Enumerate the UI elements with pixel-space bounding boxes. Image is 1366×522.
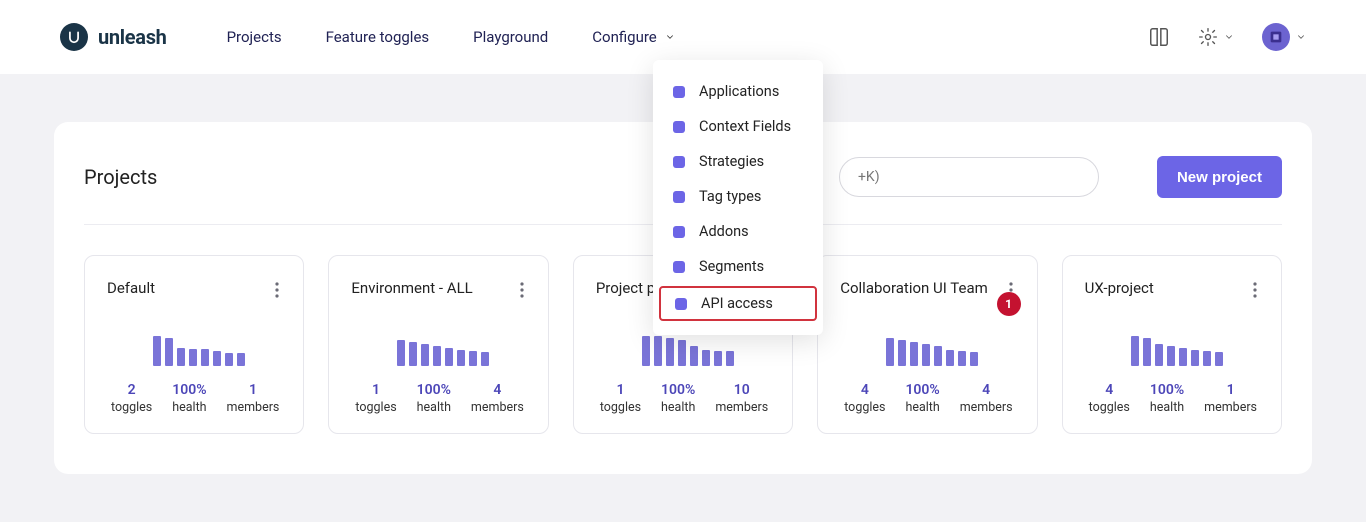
project-stat-toggles: 4toggles	[1089, 382, 1130, 415]
menu-strategies[interactable]: Strategies	[653, 144, 823, 179]
menu-tag-types[interactable]: Tag types	[653, 179, 823, 214]
project-card-menu[interactable]	[271, 278, 283, 306]
project-stat-members: 10members	[715, 382, 768, 415]
gear-icon	[1198, 27, 1218, 47]
chevron-down-icon	[665, 32, 675, 42]
square-icon	[673, 226, 685, 238]
menu-context-fields[interactable]: Context Fields	[653, 109, 823, 144]
project-stat-health: 100%health	[661, 382, 695, 415]
menu-api-access[interactable]: API access	[659, 286, 817, 321]
project-stat-health: 100%health	[172, 382, 206, 415]
chevron-down-icon	[1224, 32, 1234, 42]
project-card-title: Environment - ALL	[351, 278, 472, 299]
docs-icon[interactable]	[1148, 26, 1170, 48]
project-card-header: Collaboration UI Team	[840, 278, 1016, 322]
kebab-icon	[275, 282, 279, 298]
square-icon	[673, 156, 685, 168]
square-icon	[673, 191, 685, 203]
project-stats: 4toggles 100%health 4members	[840, 382, 1016, 415]
square-icon	[673, 121, 685, 133]
main-nav: Projects Feature toggles Playground Conf…	[227, 28, 675, 46]
user-menu[interactable]	[1262, 23, 1306, 51]
nav-feature-toggles[interactable]: Feature toggles	[326, 28, 430, 46]
projects-search[interactable]: +K)	[839, 157, 1099, 197]
project-stats: 1toggles 100%health 4members	[351, 382, 527, 415]
project-stat-health: 100%health	[1150, 382, 1184, 415]
project-stat-toggles: 2toggles	[111, 382, 152, 415]
panel-title: Projects	[84, 165, 157, 189]
chevron-down-icon	[1296, 32, 1306, 42]
nav-configure-label: Configure	[592, 28, 657, 46]
project-card[interactable]: 1 Collaboration UI Team 4toggles 100%health…	[817, 255, 1037, 434]
project-card[interactable]: UX-project 4toggles 100%health 1members	[1062, 255, 1282, 434]
kebab-icon	[520, 282, 524, 298]
project-activity-chart	[642, 332, 772, 366]
nav-playground[interactable]: Playground	[473, 28, 548, 46]
configure-dropdown: Applications Context Fields Strategies T…	[653, 60, 823, 335]
project-activity-chart	[153, 332, 283, 366]
brand-name: unleash	[98, 25, 167, 49]
brand-logo-icon	[60, 23, 88, 51]
new-project-button[interactable]: New project	[1157, 156, 1282, 198]
project-card-header: Default	[107, 278, 283, 322]
project-stat-members: 1members	[1204, 382, 1257, 415]
square-icon	[673, 261, 685, 273]
kebab-icon	[1253, 282, 1257, 298]
square-icon	[675, 298, 687, 310]
avatar	[1262, 23, 1290, 51]
project-card-menu[interactable]	[516, 278, 528, 306]
project-activity-chart	[1131, 332, 1261, 366]
project-stat-members: 4members	[471, 382, 524, 415]
menu-applications[interactable]: Applications	[653, 74, 823, 109]
project-card-title: UX-project	[1085, 278, 1154, 299]
project-activity-chart	[397, 332, 527, 366]
project-stat-members: 4members	[960, 382, 1013, 415]
project-stats: 4toggles 100%health 1members	[1085, 382, 1261, 415]
project-stat-health: 100%health	[417, 382, 451, 415]
settings-menu[interactable]	[1198, 27, 1234, 47]
nav-configure[interactable]: Configure	[592, 28, 675, 46]
topbar-actions	[1148, 23, 1306, 51]
nav-projects[interactable]: Projects	[227, 28, 282, 46]
menu-segments[interactable]: Segments	[653, 249, 823, 284]
project-card-title: Default	[107, 278, 155, 299]
project-card-menu[interactable]	[1249, 278, 1261, 306]
project-stat-members: 1members	[227, 382, 280, 415]
project-card[interactable]: Environment - ALL 1toggles 100%health 4memb…	[328, 255, 548, 434]
project-stat-health: 100%health	[905, 382, 939, 415]
project-stats: 2toggles 100%health 1members	[107, 382, 283, 415]
menu-addons[interactable]: Addons	[653, 214, 823, 249]
project-stat-toggles: 4toggles	[844, 382, 885, 415]
project-card-title: Collaboration UI Team	[840, 278, 988, 299]
search-hint: +K)	[858, 169, 880, 185]
square-icon	[673, 86, 685, 98]
project-stat-toggles: 1toggles	[600, 382, 641, 415]
project-notification-badge: 1	[997, 292, 1021, 316]
project-stat-toggles: 1toggles	[355, 382, 396, 415]
project-card-header: Environment - ALL	[351, 278, 527, 322]
project-activity-chart	[886, 332, 1016, 366]
project-card[interactable]: Default 2toggles 100%health 1members	[84, 255, 304, 434]
brand-logo[interactable]: unleash	[60, 23, 167, 51]
project-card-header: UX-project	[1085, 278, 1261, 322]
project-stats: 1toggles 100%health 10members	[596, 382, 772, 415]
